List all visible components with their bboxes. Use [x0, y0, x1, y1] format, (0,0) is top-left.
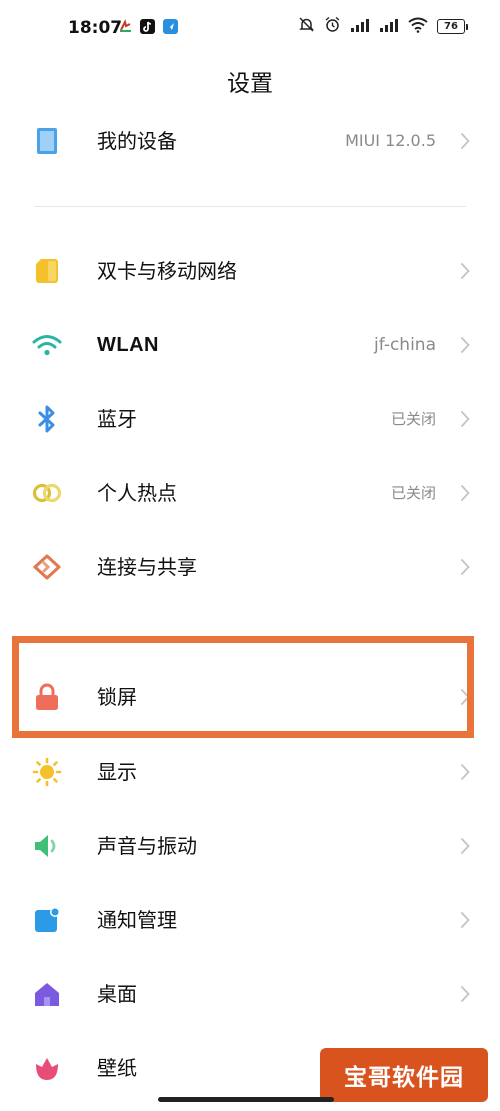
settings-item-value: MIUI 12.0.5 — [345, 131, 436, 150]
chevron-right-icon — [460, 837, 470, 855]
settings-item-value: jf-china — [374, 335, 436, 355]
notification-icon — [32, 905, 62, 935]
settings-item-label: 壁纸 — [97, 1056, 137, 1080]
settings-item-wlan[interactable]: WLAN jf-china — [0, 315, 500, 375]
app-notification-icon — [118, 19, 133, 34]
battery-indicator: 76 — [437, 19, 468, 34]
chevron-right-icon — [460, 410, 470, 428]
navigation-app-icon — [163, 19, 178, 34]
chevron-right-icon — [460, 484, 470, 502]
settings-item-label: 声音与振动 — [97, 834, 197, 858]
settings-item-display[interactable]: 显示 — [0, 742, 500, 802]
settings-item-value: 已关闭 — [390, 484, 436, 502]
status-time: 18:07 — [68, 18, 123, 38]
wifi-icon — [32, 330, 62, 360]
settings-item-notifications[interactable]: 通知管理 — [0, 890, 500, 950]
settings-item-hotspot[interactable]: 个人热点 已关闭 — [0, 463, 500, 523]
settings-item-label: 显示 — [97, 760, 137, 784]
settings-item-label: 连接与共享 — [97, 555, 197, 579]
chevron-right-icon — [460, 558, 470, 576]
chevron-right-icon — [460, 985, 470, 1003]
watermark-text: 宝哥软件园 — [344, 1065, 464, 1091]
status-bar: 18:07 76 — [0, 0, 500, 50]
wifi-status-icon — [408, 17, 428, 37]
mute-bell-icon — [298, 16, 315, 37]
home-icon — [32, 979, 62, 1009]
device-icon — [32, 126, 62, 156]
settings-item-label: 蓝牙 — [97, 407, 137, 431]
alarm-icon — [324, 16, 341, 37]
settings-item-label: 通知管理 — [97, 908, 177, 932]
highlight-annotation-box — [12, 636, 474, 738]
settings-item-sound[interactable]: 声音与振动 — [0, 816, 500, 876]
chevron-right-icon — [460, 336, 470, 354]
sim-card-icon — [32, 256, 62, 286]
hotspot-icon — [32, 478, 62, 508]
chevron-right-icon — [460, 763, 470, 781]
home-indicator[interactable] — [158, 1097, 334, 1102]
chevron-right-icon — [460, 262, 470, 280]
settings-item-bluetooth[interactable]: 蓝牙 已关闭 — [0, 389, 500, 449]
settings-item-my-device[interactable]: 我的设备 MIUI 12.0.5 — [0, 111, 500, 171]
settings-item-label: 我的设备 — [97, 129, 177, 153]
settings-item-label: 个人热点 — [97, 481, 177, 505]
chevron-right-icon — [460, 132, 470, 150]
signal-icon-2 — [379, 17, 399, 37]
section-divider — [34, 206, 466, 207]
battery-level: 76 — [437, 19, 465, 34]
settings-item-value: 已关闭 — [390, 410, 436, 428]
share-icon — [32, 552, 62, 582]
page-title: 设置 — [227, 71, 273, 97]
flower-icon — [32, 1053, 62, 1083]
sun-icon — [32, 757, 62, 787]
chevron-right-icon — [460, 911, 470, 929]
signal-icon-1 — [350, 17, 370, 37]
watermark-logo: 宝哥软件园 — [320, 1048, 488, 1102]
bluetooth-icon — [32, 404, 62, 434]
tiktok-icon — [140, 19, 155, 34]
settings-item-label: 桌面 — [97, 982, 137, 1006]
settings-item-connection-sharing[interactable]: 连接与共享 — [0, 537, 500, 597]
settings-item-label: 双卡与移动网络 — [97, 259, 237, 283]
speaker-icon — [32, 831, 62, 861]
settings-item-desktop[interactable]: 桌面 — [0, 964, 500, 1024]
settings-item-label: WLAN — [97, 334, 159, 356]
settings-item-sim[interactable]: 双卡与移动网络 — [0, 241, 500, 301]
status-icons: 76 — [298, 16, 468, 37]
